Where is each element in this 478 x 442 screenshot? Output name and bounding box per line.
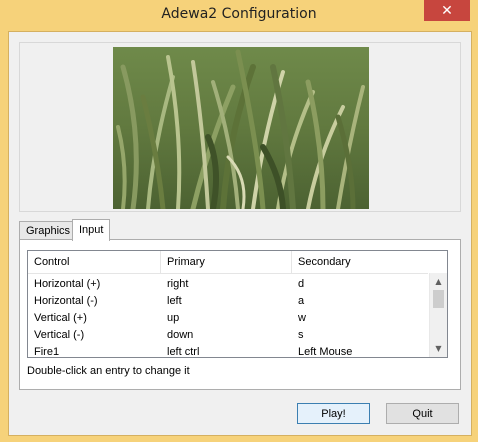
client-area: Graphics Input Control Primary Secondary…	[8, 31, 472, 436]
primary-cell: left ctrl	[167, 346, 200, 358]
tab-input[interactable]: Input	[72, 219, 111, 241]
input-bindings-list[interactable]: Control Primary Secondary Horizontal (+)…	[27, 250, 448, 358]
list-scrollbar[interactable]: ▲ ▼	[429, 273, 447, 357]
quit-button[interactable]: Quit	[386, 403, 459, 424]
secondary-cell: Left Mouse	[298, 346, 353, 358]
scroll-thumb[interactable]	[433, 290, 444, 308]
grass-banner-image	[113, 47, 369, 209]
list-item[interactable]: Vertical (-) down s	[28, 327, 428, 344]
close-icon: ✕	[441, 2, 453, 19]
control-cell: Horizontal (+)	[34, 278, 101, 290]
column-header-primary[interactable]: Primary	[161, 251, 292, 273]
list-item[interactable]: Horizontal (-) left a	[28, 293, 428, 310]
input-tab-panel: Control Primary Secondary Horizontal (+)…	[19, 239, 461, 390]
secondary-cell: a	[298, 295, 305, 307]
secondary-cell: s	[298, 329, 304, 341]
column-header-control[interactable]: Control	[28, 251, 161, 273]
title-bar[interactable]: Adewa2 Configuration ✕	[0, 0, 478, 30]
column-header-secondary[interactable]: Secondary	[292, 251, 428, 273]
play-button[interactable]: Play!	[297, 403, 370, 424]
control-cell: Fire1	[34, 346, 60, 358]
config-window: Adewa2 Configuration ✕ Graphics Input Co…	[0, 0, 478, 442]
list-item[interactable]: Vertical (+) up w	[28, 310, 428, 327]
primary-cell: left	[167, 295, 182, 307]
banner-frame	[19, 42, 461, 212]
secondary-cell: w	[298, 312, 306, 324]
list-header: Control Primary Secondary	[28, 251, 428, 274]
control-cell: Vertical (-)	[34, 329, 85, 341]
secondary-cell: d	[298, 278, 305, 290]
control-cell: Horizontal (-)	[34, 295, 98, 307]
control-cell: Vertical (+)	[34, 312, 87, 324]
list-item[interactable]: Fire1 left ctrl Left Mouse	[28, 344, 428, 358]
primary-cell: up	[167, 312, 180, 324]
list-item[interactable]: Horizontal (+) right d	[28, 276, 428, 293]
tab-graphics[interactable]: Graphics	[19, 221, 78, 240]
hint-text: Double-click an entry to change it	[27, 365, 190, 377]
primary-cell: down	[167, 329, 194, 341]
close-button[interactable]: ✕	[424, 0, 470, 21]
scroll-up-icon[interactable]: ▲	[430, 273, 447, 290]
scroll-down-icon[interactable]: ▼	[430, 340, 447, 357]
window-title: Adewa2 Configuration	[161, 6, 317, 22]
primary-cell: right	[167, 278, 189, 290]
